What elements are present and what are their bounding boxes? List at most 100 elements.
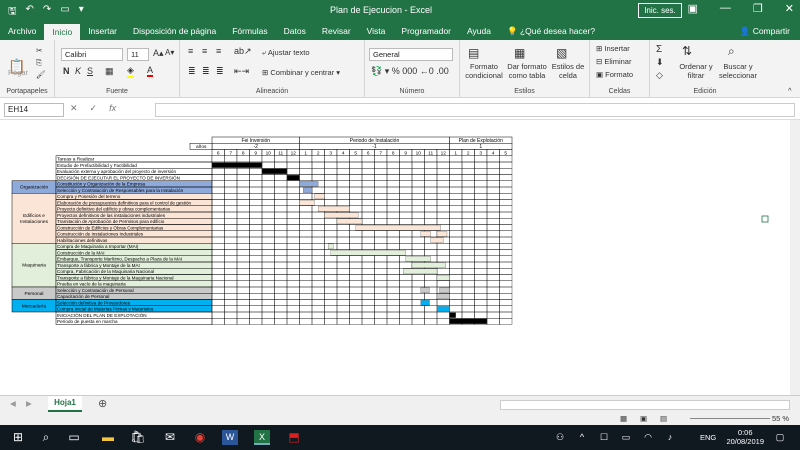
indent-icon[interactable]: ⇤⇥ <box>234 66 249 77</box>
excel-icon[interactable]: X <box>254 430 270 445</box>
ribbon-display-icon[interactable]: ▣ <box>688 2 698 15</box>
delete-button[interactable]: ⊟ Eliminar <box>596 57 631 66</box>
align-bottom-icon[interactable]: ≡ <box>216 46 221 56</box>
save-icon[interactable]: 🖫 <box>8 4 17 21</box>
undo-icon[interactable]: ↶ <box>26 4 34 21</box>
grid-cell <box>474 180 488 188</box>
name-box[interactable]: EH14 <box>4 103 64 117</box>
format-table-button[interactable]: Dar formato como tabla <box>506 62 548 80</box>
align-top-icon[interactable]: ≡ <box>188 46 193 56</box>
function-icon[interactable]: fx <box>109 103 116 114</box>
zoom-slider[interactable] <box>690 418 770 419</box>
share-button[interactable]: 👤 Compartir <box>740 26 790 37</box>
folder-icon[interactable]: ▭ <box>60 4 69 21</box>
close-icon[interactable]: ✕ <box>785 2 794 15</box>
search-icon[interactable]: ⌕ <box>38 430 54 445</box>
format-painter-icon[interactable]: 🖌 <box>36 70 46 79</box>
borders-icon[interactable]: ▦ <box>105 66 114 77</box>
paste-button[interactable]: Pegar <box>8 68 28 77</box>
shrink-font-icon[interactable]: A▾ <box>165 48 174 57</box>
clear-icon[interactable]: ◇ <box>656 70 663 81</box>
tell-me-box[interactable]: 💡 ¿Qué desea hacer? <box>499 22 603 40</box>
find-select-button[interactable]: Buscar y seleccionar <box>718 62 758 80</box>
page-break-icon[interactable]: ▤ <box>660 414 667 423</box>
tab-vista[interactable]: Vista <box>359 22 394 40</box>
grid-cell <box>224 205 238 213</box>
font-color-icon[interactable]: A <box>147 65 154 77</box>
align-center-icon[interactable]: ≣ <box>202 66 210 77</box>
word-icon[interactable]: W <box>222 430 238 445</box>
collapse-ribbon-icon[interactable]: ^ <box>788 86 792 95</box>
tab-inicio[interactable]: Inicio <box>44 24 81 40</box>
file-explorer-icon[interactable]: ▬ <box>100 430 116 445</box>
currency-icon[interactable]: 💱 ▾ % 000 ←0 .00 <box>371 66 449 77</box>
font-size-box[interactable]: 11 <box>127 48 149 61</box>
store-icon[interactable]: 🛍 <box>130 430 146 445</box>
action-center-icon[interactable]: ▢ <box>772 430 788 445</box>
fill-color-icon[interactable]: ◈ <box>127 65 134 78</box>
italic-button[interactable]: K <box>75 66 81 76</box>
wrap-text-button[interactable]: ⤶ Ajustar texto <box>262 48 310 58</box>
tab-programador[interactable]: Programador <box>393 22 459 40</box>
tab-archivo[interactable]: Archivo <box>0 22 44 40</box>
prev-sheet-icon[interactable]: ◀ <box>10 399 16 408</box>
notification-icon[interactable]: ☐ <box>596 430 612 445</box>
align-right-icon[interactable]: ≣ <box>216 66 224 77</box>
vertical-scrollbar[interactable] <box>790 120 800 395</box>
enter-icon[interactable]: ✓ <box>90 103 98 114</box>
number-format-box[interactable]: General <box>369 48 453 61</box>
conditional-format-button[interactable]: Formato condicional <box>462 62 506 80</box>
merge-center-button[interactable]: ⊞ Combinar y centrar ▾ <box>262 68 340 77</box>
normal-view-icon[interactable]: ▦ <box>620 414 627 423</box>
insert-button[interactable]: ⊞ Insertar <box>596 44 630 53</box>
tab-fórmulas[interactable]: Fórmulas <box>224 22 275 40</box>
autosum-icon[interactable]: Σ <box>656 44 662 55</box>
zoom-level[interactable]: 55 % <box>772 414 789 423</box>
tab-ayuda[interactable]: Ayuda <box>459 22 499 40</box>
network-icon[interactable]: ◠ <box>640 430 656 445</box>
horizontal-scrollbar[interactable] <box>500 400 790 410</box>
align-left-icon[interactable]: ≣ <box>188 66 196 77</box>
task-view-icon[interactable]: ▭ <box>66 430 82 445</box>
tab-revisar[interactable]: Revisar <box>314 22 359 40</box>
cut-icon[interactable]: ✂ <box>36 46 42 55</box>
formula-input[interactable] <box>155 103 795 117</box>
grid-cell <box>311 218 325 225</box>
add-sheet-icon[interactable]: ⊕ <box>98 397 107 410</box>
tray-up-icon[interactable]: ^ <box>574 430 590 445</box>
sign-in-button[interactable]: Inic. ses. <box>638 3 682 18</box>
customize-icon[interactable]: ▾ <box>79 4 84 21</box>
underline-button[interactable]: S <box>87 66 93 76</box>
mail-icon[interactable]: ✉ <box>162 430 178 445</box>
people-icon[interactable]: ⚇ <box>552 430 568 445</box>
bold-button[interactable]: N <box>63 66 70 76</box>
clock[interactable]: 0:06 20/08/2019 <box>726 428 764 446</box>
cell-styles-button[interactable]: Estilos de celda <box>548 62 588 80</box>
cancel-icon[interactable]: ✕ <box>70 103 78 114</box>
volume-icon[interactable]: ♪ <box>662 430 678 445</box>
sort-filter-button[interactable]: Ordenar y filtrar <box>676 62 716 80</box>
language-indicator[interactable]: ENG <box>700 433 716 442</box>
worksheet[interactable]: Fei Inversión -2 6 7 8 9 10 11 12 Periodo de Inst… <box>0 120 800 395</box>
tab-datos[interactable]: Datos <box>276 22 314 40</box>
orientation-icon[interactable]: ab↗ <box>234 46 252 57</box>
format-button[interactable]: ▣ Formato <box>596 70 633 79</box>
acrobat-icon[interactable]: ⬒ <box>286 430 302 445</box>
tab-disposición-de-página[interactable]: Disposición de página <box>125 22 224 40</box>
tab-insertar[interactable]: Insertar <box>80 22 125 40</box>
redo-icon[interactable]: ↷ <box>43 4 51 21</box>
font-name-box[interactable]: Calibri <box>61 48 123 61</box>
minimize-icon[interactable]: — <box>720 2 731 15</box>
fill-icon[interactable]: ⬇ <box>656 57 664 68</box>
grow-font-icon[interactable]: A▴ <box>153 48 164 59</box>
page-layout-icon[interactable]: ▣ <box>640 414 647 423</box>
grid-cell <box>286 318 300 325</box>
copy-icon[interactable]: ⎘ <box>36 58 42 68</box>
chrome-icon[interactable]: ◉ <box>192 430 208 445</box>
sheet-tab-hoja1[interactable]: Hoja1 <box>48 396 82 412</box>
next-sheet-icon[interactable]: ▶ <box>26 399 32 408</box>
windows-start-icon[interactable]: ⊞ <box>10 430 26 445</box>
battery-icon[interactable]: ▭ <box>618 430 634 445</box>
restore-icon[interactable]: ❐ <box>753 2 763 15</box>
align-middle-icon[interactable]: ≡ <box>202 46 207 56</box>
